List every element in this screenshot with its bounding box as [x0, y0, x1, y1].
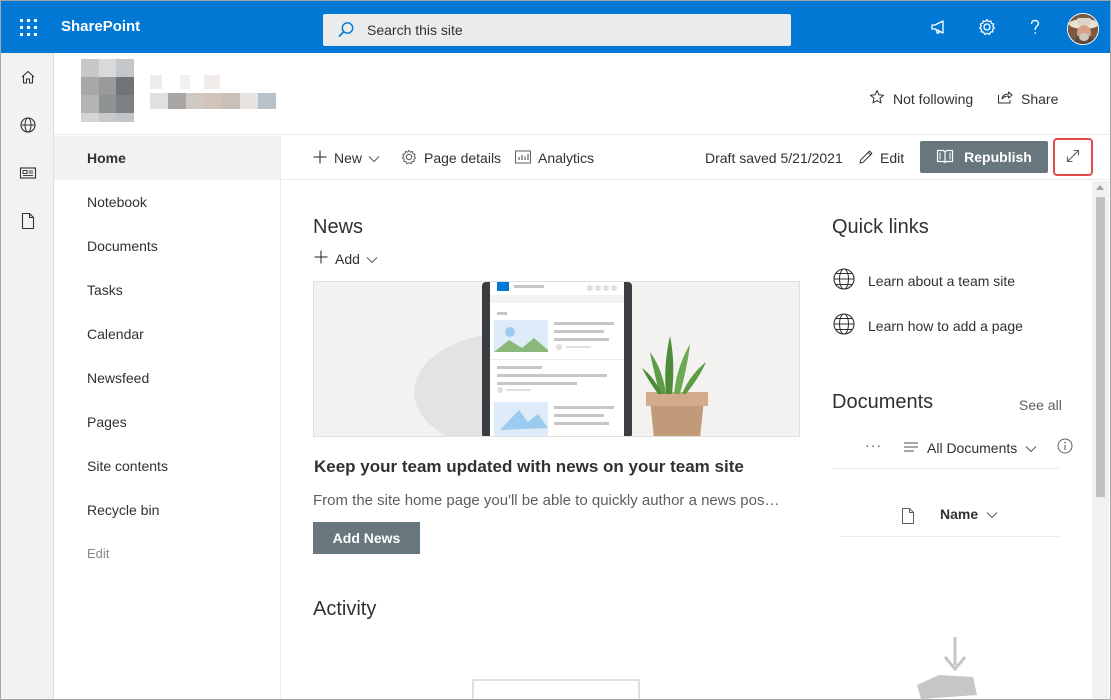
activity-placeholder: [472, 679, 640, 699]
avatar[interactable]: [1067, 13, 1099, 45]
follow-label: Not following: [893, 90, 974, 107]
quick-links-title: Quick links: [832, 216, 929, 238]
view-selector[interactable]: All Documents: [903, 431, 1037, 465]
site-title[interactable]: [150, 75, 276, 111]
gear-icon[interactable]: [971, 11, 1003, 43]
news-icon[interactable]: [1, 149, 54, 197]
waffle-icon: [19, 18, 37, 36]
news-title: News: [313, 216, 364, 238]
add-news-button[interactable]: Add News: [313, 522, 420, 554]
scroll-up-icon[interactable]: [1096, 185, 1104, 190]
nav-edit-link[interactable]: Edit: [54, 532, 280, 576]
list-icon: [903, 440, 919, 456]
app-name[interactable]: SharePoint: [61, 1, 140, 53]
nav-item-calendar[interactable]: Calendar: [54, 312, 280, 356]
file-type-icon: [901, 507, 915, 528]
vertical-scrollbar[interactable]: [1092, 181, 1109, 699]
app-launcher-button[interactable]: [1, 1, 55, 53]
app-bar: [1, 53, 54, 699]
new-label: New: [334, 150, 363, 166]
expand-button[interactable]: [1053, 138, 1093, 176]
scroll-thumb[interactable]: [1096, 197, 1105, 497]
republish-label: Republish: [964, 149, 1032, 165]
nav-item-documents[interactable]: Documents: [54, 224, 280, 268]
news-heading: Keep your team updated with news on your…: [314, 457, 744, 476]
more-options-button[interactable]: ···: [865, 437, 882, 453]
view-label: All Documents: [927, 440, 1018, 456]
command-bar: New Page details Analytics Draft saved 5…: [281, 136, 1110, 180]
activity-title: Activity: [313, 598, 377, 620]
browser-frame: SharePoint Search this site Not followin…: [0, 0, 1111, 700]
star-icon: [869, 89, 885, 108]
globe-icon: [832, 312, 856, 339]
edit-label: Edit: [880, 150, 905, 166]
expand-icon: [1065, 148, 1081, 167]
documents-toolbar: ··· All Documents: [832, 431, 1073, 469]
plus-icon: [312, 149, 328, 168]
globe-icon[interactable]: [1, 101, 54, 149]
new-button[interactable]: New: [312, 136, 380, 180]
share-button[interactable]: Share: [997, 89, 1058, 108]
edit-button[interactable]: Edit: [858, 136, 904, 180]
site-navigation: Home Notebook Documents Tasks Calendar N…: [54, 136, 281, 699]
suite-bar: SharePoint: [1, 1, 1110, 53]
documents-column-header: Name: [840, 491, 1059, 537]
republish-button[interactable]: Republish: [920, 141, 1048, 173]
plus-icon: [313, 249, 329, 268]
search-box[interactable]: [323, 14, 791, 46]
analytics-label: Analytics: [538, 150, 595, 166]
page-icon[interactable]: [1, 197, 54, 245]
quick-link-label: Learn about a team site: [868, 272, 1016, 289]
share-label: Share: [1021, 90, 1059, 107]
see-all-link[interactable]: See all: [1019, 397, 1062, 413]
chevron-down-icon: [368, 150, 380, 166]
analytics-icon: [514, 149, 532, 168]
documents-title: Documents: [832, 391, 934, 413]
megaphone-icon[interactable]: [923, 11, 955, 43]
search-input[interactable]: [367, 22, 767, 38]
nav-item-tasks[interactable]: Tasks: [54, 268, 280, 312]
empty-state-icon: [911, 637, 981, 699]
chevron-down-icon: [986, 506, 998, 522]
nav-item-site-contents[interactable]: Site contents: [54, 444, 280, 488]
draft-status: Draft saved 5/21/2021: [705, 150, 843, 166]
pencil-icon: [858, 149, 874, 168]
news-description: From the site home page you'll be able t…: [313, 492, 783, 509]
chevron-down-icon: [1025, 440, 1037, 456]
add-label: Add: [335, 250, 360, 267]
search-icon: [323, 14, 369, 46]
quick-link-item[interactable]: Learn about a team site: [832, 267, 1015, 294]
info-icon[interactable]: [1057, 438, 1073, 457]
page-details-button[interactable]: Page details: [400, 136, 501, 180]
share-icon: [997, 89, 1013, 108]
add-news-menu[interactable]: Add: [313, 249, 378, 268]
help-icon[interactable]: [1019, 11, 1051, 43]
page-details-label: Page details: [424, 150, 502, 166]
name-column-label: Name: [940, 506, 979, 522]
book-icon: [936, 148, 954, 167]
follow-button[interactable]: Not following: [869, 89, 973, 108]
news-placeholder-image: [313, 281, 800, 437]
page-canvas: News Add Keep your team updated with new…: [281, 181, 1093, 699]
home-icon[interactable]: [1, 53, 54, 101]
nav-item-newsfeed[interactable]: Newsfeed: [54, 356, 280, 400]
site-logo[interactable]: [81, 59, 134, 122]
site-header: Not following Share: [54, 53, 1110, 135]
nav-item-recycle-bin[interactable]: Recycle bin: [54, 488, 280, 532]
quick-link-item[interactable]: Learn how to add a page: [832, 312, 1023, 339]
nav-item-home[interactable]: Home: [54, 136, 280, 180]
nav-item-pages[interactable]: Pages: [54, 400, 280, 444]
analytics-button[interactable]: Analytics: [514, 136, 594, 180]
gear-icon: [400, 148, 418, 169]
name-column-header[interactable]: Name: [940, 491, 998, 537]
quick-link-label: Learn how to add a page: [868, 317, 1023, 334]
globe-icon: [832, 267, 856, 294]
chevron-down-icon: [366, 251, 378, 267]
nav-item-notebook[interactable]: Notebook: [54, 180, 280, 224]
